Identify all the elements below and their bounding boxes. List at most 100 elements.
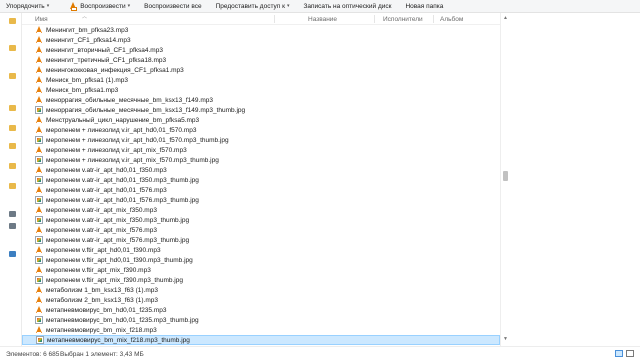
column-divider[interactable]	[274, 15, 275, 23]
file-row[interactable]: меноррагия_обильные_месячные_bm_ksx13_f1…	[22, 95, 500, 105]
file-row[interactable]: метапневмовирус_bm_mix_f218.mp3	[22, 325, 500, 335]
file-name: меропенем v.ftir_apt_hd0,01_f390.mp3_thu…	[46, 256, 193, 264]
status-bar: Элементов: 6 685 Выбран 1 элемент: 3,43 …	[0, 346, 640, 360]
folder-icon[interactable]	[9, 73, 16, 79]
vlc-media-file-icon	[35, 286, 43, 294]
view-switcher	[615, 350, 634, 357]
folder-icon[interactable]	[9, 105, 16, 111]
selection-info: Выбран 1 элемент: 3,43 МБ	[60, 351, 144, 358]
file-name: меропенем v.ftir_apt_mix_f390.mp3_thumb.…	[46, 276, 183, 284]
file-name: метапневмовирус_bm_mix_f218.mp3	[46, 326, 157, 334]
file-row[interactable]: меропенем v.ftir_apt_hd0,01_f390.mp3_thu…	[22, 255, 500, 265]
file-row[interactable]: менингит_CF1_pfksa14.mp3	[22, 35, 500, 45]
vlc-media-file-icon	[35, 186, 43, 194]
vertical-scrollbar[interactable]: ▲ ▼	[500, 13, 509, 346]
folder-icon[interactable]	[9, 183, 16, 189]
drive-icon[interactable]	[9, 223, 16, 229]
play-all-label: Воспроизвести все	[144, 2, 202, 10]
vlc-media-file-icon	[35, 66, 43, 74]
column-album[interactable]: Альбом	[440, 16, 463, 23]
file-name: Менингит_bm_pfksa23.mp3	[46, 26, 129, 34]
file-row[interactable]: метапневмовирус_bm_hd0,01_f235.mp3_thumb…	[22, 315, 500, 325]
file-row[interactable]: меропенем v.atr-ir_apt_hd0,01_f350.mp3	[22, 165, 500, 175]
scroll-up-icon[interactable]: ▲	[503, 15, 508, 21]
file-row[interactable]: метапневмовирус_bm_hd0,01_f235.mp3	[22, 305, 500, 315]
column-divider[interactable]	[433, 15, 434, 23]
file-row[interactable]: меропенем v.atr-ir_apt_hd0,01_f576.mp3	[22, 185, 500, 195]
organize-button[interactable]: Упорядочить ▾	[0, 0, 54, 13]
file-row[interactable]: меропенем v.ftir_apt_hd0,01_f390.mp3	[22, 245, 500, 255]
file-row[interactable]: меропенем + линезолид v.ir_apt_mix_f570.…	[22, 145, 500, 155]
network-icon[interactable]	[9, 251, 16, 257]
vlc-media-file-icon	[35, 36, 43, 44]
item-count: Элементов: 6 685	[6, 351, 60, 358]
vlc-media-file-icon	[35, 146, 43, 154]
vlc-media-file-icon	[35, 296, 43, 304]
column-performers[interactable]: Исполнители	[383, 16, 423, 23]
image-file-icon	[35, 236, 43, 244]
vlc-media-file-icon	[35, 76, 43, 84]
folder-icon[interactable]	[9, 18, 16, 24]
file-row[interactable]: меноррагия_обильные_месячные_bm_ksx13_f1…	[22, 105, 500, 115]
scroll-down-icon[interactable]: ▼	[503, 336, 508, 342]
column-name[interactable]: Имя	[35, 16, 48, 23]
file-row[interactable]: Менингит_bm_pfksa23.mp3	[22, 25, 500, 35]
column-divider[interactable]	[374, 15, 375, 23]
folder-icon[interactable]	[9, 125, 16, 131]
file-row[interactable]: Мениск_bm_pfksa1 (1).mp3	[22, 75, 500, 85]
vlc-media-file-icon	[35, 26, 43, 34]
scroll-thumb[interactable]	[503, 171, 508, 181]
file-row[interactable]: меропенем + линезолид v.ir_apt_hd0,01_f5…	[22, 125, 500, 135]
burn-button[interactable]: Записать на оптический диск	[298, 0, 396, 13]
file-name: меропенем v.atr-ir_apt_mix_f350.mp3_thum…	[46, 216, 190, 224]
file-row[interactable]: метаболизм 1_bm_ksx13_f63 (1).mp3	[22, 285, 500, 295]
file-name: менингит_третичный_CF1_pfksa18.mp3	[46, 56, 167, 64]
vlc-media-file-icon	[35, 56, 43, 64]
new-folder-button[interactable]: Новая папка	[400, 0, 448, 13]
file-row[interactable]: меропенем v.atr-ir_apt_mix_f576.mp3_thum…	[22, 235, 500, 245]
file-row[interactable]: метаболизм 2_bm_ksx13_f63 (1).mp3	[22, 295, 500, 305]
column-header: ︿ Имя Название Исполнители Альбом	[22, 13, 500, 25]
play-all-button[interactable]: Воспроизвести все	[139, 0, 206, 13]
file-row[interactable]: метапневмовирус_bm_mix_f218.mp3_thumb.jp…	[22, 335, 500, 345]
file-name: меропенем v.atr-ir_apt_hd0,01_f576.mp3	[46, 186, 167, 194]
file-row[interactable]: меропенем + линезолид v.ir_apt_hd0,01_f5…	[22, 135, 500, 145]
folder-icon[interactable]	[9, 163, 16, 169]
file-row[interactable]: менингококковая_инфекция_CF1_pfksa1.mp3	[22, 65, 500, 75]
details-view-icon[interactable]	[615, 350, 623, 357]
file-row[interactable]: меропенем v.atr-ir_apt_hd0,01_f350.mp3_t…	[22, 175, 500, 185]
file-row[interactable]: меропенем v.ftir_apt_mix_f390.mp3	[22, 265, 500, 275]
play-button[interactable]: Воспроизвести ▾	[64, 0, 135, 13]
vlc-media-file-icon	[35, 326, 43, 334]
large-icons-view-icon[interactable]	[626, 350, 634, 357]
file-row[interactable]: Мениск_bm_pfksa1.mp3	[22, 85, 500, 95]
file-name: меропенем v.atr-ir_apt_hd0,01_f350.mp3_t…	[46, 176, 199, 184]
file-name: меропенем + линезолид v.ir_apt_mix_f570.…	[46, 146, 187, 154]
file-row[interactable]: меропенем v.atr-ir_apt_mix_f350.mp3_thum…	[22, 215, 500, 225]
image-file-icon	[35, 156, 43, 164]
file-name: меропенем v.atr-ir_apt_hd0,01_f576.mp3_t…	[46, 196, 199, 204]
preview-pane	[509, 13, 640, 346]
vlc-media-file-icon	[35, 86, 43, 94]
image-file-icon	[35, 216, 43, 224]
file-name: меропенем + линезолид v.ir_apt_mix_f570.…	[46, 156, 219, 164]
file-row[interactable]: меропенем v.atr-ir_apt_mix_f576.mp3	[22, 225, 500, 235]
column-title[interactable]: Название	[308, 16, 337, 23]
file-name: метаболизм 1_bm_ksx13_f63 (1).mp3	[46, 286, 158, 294]
file-row[interactable]: меропенем v.atr-ir_apt_mix_f350.mp3	[22, 205, 500, 215]
share-button[interactable]: Предоставить доступ к ▾	[211, 0, 295, 13]
image-file-icon	[35, 176, 43, 184]
file-row[interactable]: меропенем v.atr-ir_apt_hd0,01_f576.mp3_t…	[22, 195, 500, 205]
file-row[interactable]: Менструальный_цикл_нарушение_bm_pfksa5.m…	[22, 115, 500, 125]
file-row[interactable]: менингит_вторичный_CF1_pfksa4.mp3	[22, 45, 500, 55]
file-row[interactable]: меропенем + линезолид v.ir_apt_mix_f570.…	[22, 155, 500, 165]
folder-icon[interactable]	[9, 143, 16, 149]
file-name: метапневмовирус_bm_hd0,01_f235.mp3_thumb…	[46, 316, 199, 324]
chevron-down-icon: ▾	[46, 3, 50, 9]
file-name: Менструальный_цикл_нарушение_bm_pfksa5.m…	[46, 116, 200, 124]
image-file-icon	[35, 196, 43, 204]
drive-icon[interactable]	[9, 211, 16, 217]
file-row[interactable]: менингит_третичный_CF1_pfksa18.mp3	[22, 55, 500, 65]
folder-icon[interactable]	[9, 45, 16, 51]
file-row[interactable]: меропенем v.ftir_apt_mix_f390.mp3_thumb.…	[22, 275, 500, 285]
